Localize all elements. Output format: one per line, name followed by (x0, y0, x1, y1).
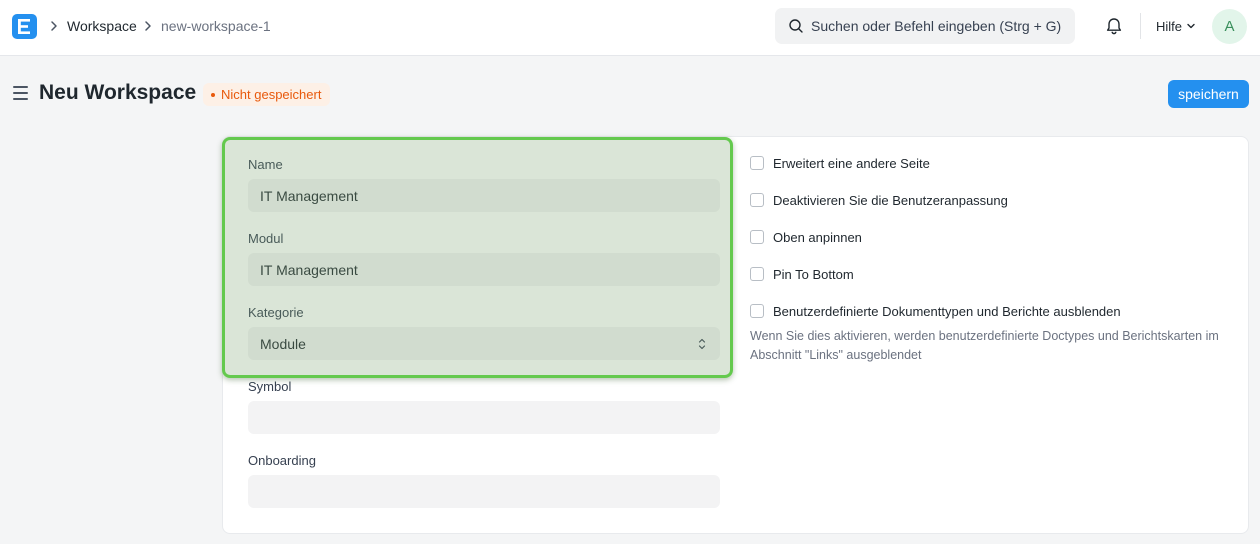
symbol-label: Symbol (248, 379, 292, 394)
help-dropdown[interactable]: Hilfe (1156, 17, 1196, 35)
checkbox-box[interactable] (750, 156, 764, 170)
search-bar[interactable] (775, 8, 1075, 44)
chevron-down-icon (1187, 23, 1195, 29)
module-value: IT Management (260, 261, 358, 278)
category-value: Module (260, 335, 306, 352)
checkbox-box[interactable] (750, 267, 764, 281)
category-label: Kategorie (248, 305, 304, 320)
checkbox-label: Deaktivieren Sie die Benutzeranpassung (773, 192, 1008, 208)
breadcrumb-current[interactable]: new-workspace-1 (161, 18, 271, 35)
navbar-divider (1140, 13, 1141, 39)
onboarding-field[interactable] (248, 475, 720, 508)
sidebar-toggle-icon[interactable] (13, 86, 28, 100)
checkbox-pin-bottom[interactable]: Pin To Bottom (750, 266, 854, 282)
chevron-right-icon (51, 21, 57, 31)
checkbox-label: Erweitert eine andere Seite (773, 155, 930, 171)
name-value: IT Management (260, 187, 358, 204)
logo-e-icon (18, 19, 30, 34)
name-label: Name (248, 157, 283, 172)
notification-bell-icon[interactable] (1104, 16, 1124, 36)
status-badge: Nicht gespeichert (203, 83, 331, 106)
checkbox-label: Pin To Bottom (773, 266, 854, 282)
checkbox-box[interactable] (750, 230, 764, 244)
search-icon (789, 19, 803, 33)
navbar: Workspace new-workspace-1 Hilfe A (0, 0, 1260, 56)
checkbox-pin-top[interactable]: Oben anpinnen (750, 229, 862, 245)
checkbox-label: Benutzerdefinierte Dokumenttypen und Ber… (773, 303, 1121, 319)
user-avatar[interactable]: A (1212, 9, 1247, 44)
page-title: Neu Workspace (39, 81, 197, 104)
checkbox-hide-custom[interactable]: Benutzerdefinierte Dokumenttypen und Ber… (750, 303, 1121, 319)
breadcrumb-workspace[interactable]: Workspace (67, 18, 137, 35)
module-label: Modul (248, 231, 284, 246)
status-dot (211, 92, 215, 97)
checkbox-disable-customization[interactable]: Deaktivieren Sie die Benutzeranpassung (750, 192, 1008, 208)
checkbox-extends-page[interactable]: Erweitert eine andere Seite (750, 155, 930, 171)
status-text: Nicht gespeichert (221, 87, 322, 102)
module-field[interactable]: IT Management (248, 253, 720, 286)
checkbox-box[interactable] (750, 304, 764, 318)
category-select[interactable]: Module (248, 327, 720, 360)
app-logo[interactable] (12, 14, 37, 39)
name-field[interactable]: IT Management (248, 179, 720, 212)
chevron-right-icon (145, 21, 151, 31)
hide-custom-help-text: Wenn Sie dies aktivieren, werden benutze… (750, 329, 1219, 362)
onboarding-label: Onboarding (248, 453, 316, 468)
save-button[interactable]: speichern (1168, 80, 1249, 108)
symbol-field[interactable] (248, 401, 720, 434)
select-arrows-icon (698, 338, 706, 350)
help-label: Hilfe (1156, 18, 1183, 34)
checkbox-label: Oben anpinnen (773, 229, 862, 245)
search-input[interactable] (811, 8, 1066, 44)
checkbox-box[interactable] (750, 193, 764, 207)
